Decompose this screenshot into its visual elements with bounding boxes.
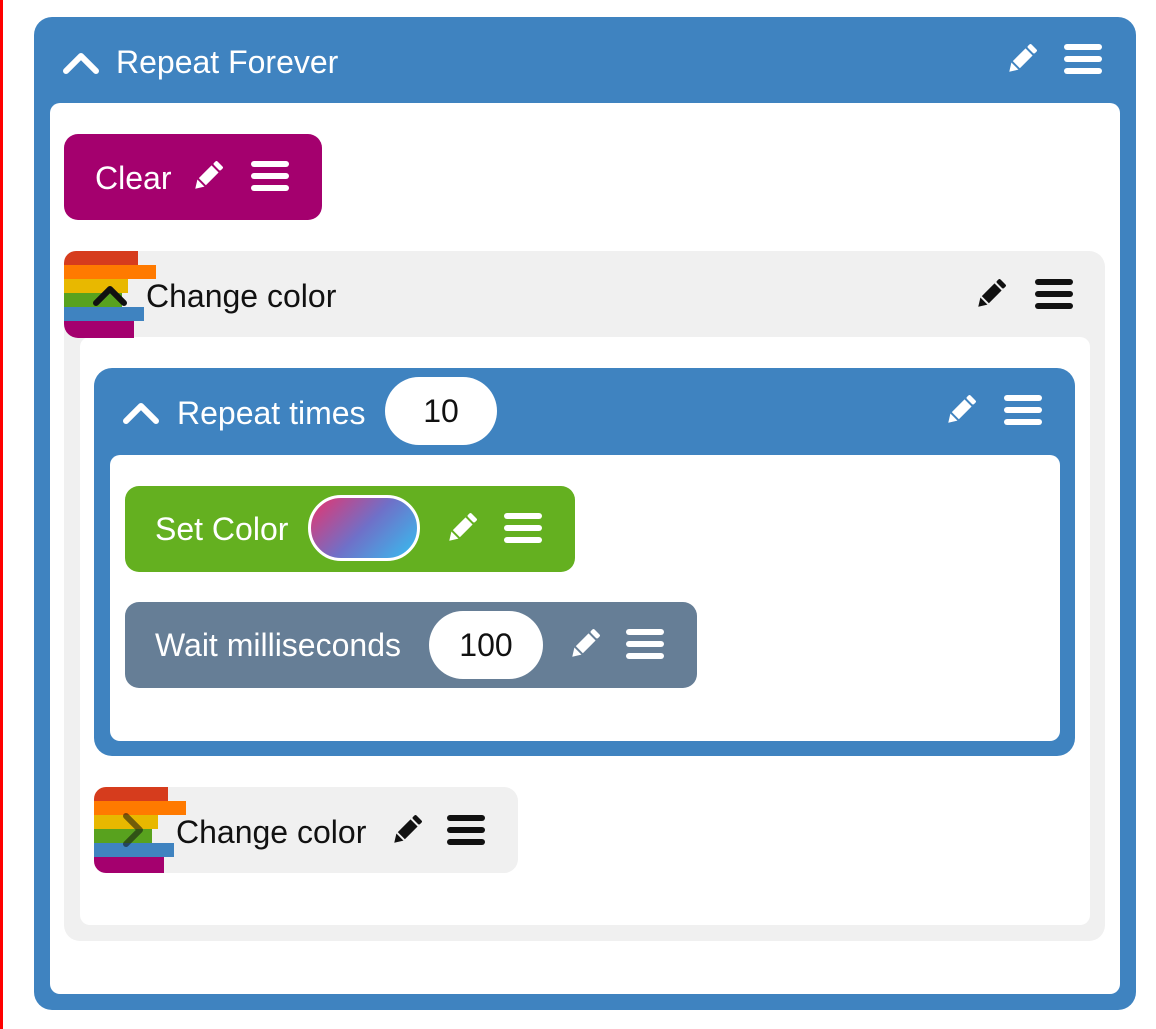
menu-icon[interactable] xyxy=(251,160,289,192)
pencil-icon[interactable] xyxy=(444,510,480,546)
pencil-icon[interactable] xyxy=(389,812,425,848)
chevron-up-icon[interactable] xyxy=(90,282,130,308)
pencil-icon[interactable] xyxy=(943,392,979,428)
repeat-count-input[interactable]: 10 xyxy=(385,377,497,445)
repeat-times-label: Repeat times xyxy=(177,395,366,431)
wait-milliseconds-label: Wait milliseconds xyxy=(155,627,401,663)
menu-icon[interactable] xyxy=(504,512,542,544)
pencil-icon[interactable] xyxy=(190,158,226,194)
menu-icon[interactable] xyxy=(1004,394,1042,426)
menu-icon[interactable] xyxy=(1035,278,1073,310)
menu-icon[interactable] xyxy=(626,628,664,660)
pencil-icon[interactable] xyxy=(973,276,1009,312)
clear-block[interactable]: Clear xyxy=(64,134,322,220)
pencil-icon[interactable] xyxy=(1004,41,1040,77)
pencil-icon[interactable] xyxy=(567,626,603,662)
chevron-up-icon[interactable] xyxy=(122,399,160,425)
color-swatch[interactable] xyxy=(308,495,420,561)
clear-label: Clear xyxy=(95,160,172,196)
set-color-block[interactable]: Set Color xyxy=(125,486,575,572)
change-color-label-collapsed: Change color xyxy=(176,814,367,850)
chevron-right-icon[interactable] xyxy=(118,810,148,850)
left-edge-marker xyxy=(0,0,3,1029)
set-color-label: Set Color xyxy=(155,511,289,547)
menu-icon[interactable] xyxy=(1064,43,1102,75)
menu-icon[interactable] xyxy=(447,814,485,846)
change-color-label: Change color xyxy=(146,278,337,314)
wait-milliseconds-block[interactable]: Wait milliseconds 100 xyxy=(125,602,697,688)
chevron-up-icon[interactable] xyxy=(62,49,100,75)
milliseconds-input[interactable]: 100 xyxy=(429,611,543,679)
repeat-forever-label: Repeat Forever xyxy=(116,44,339,80)
